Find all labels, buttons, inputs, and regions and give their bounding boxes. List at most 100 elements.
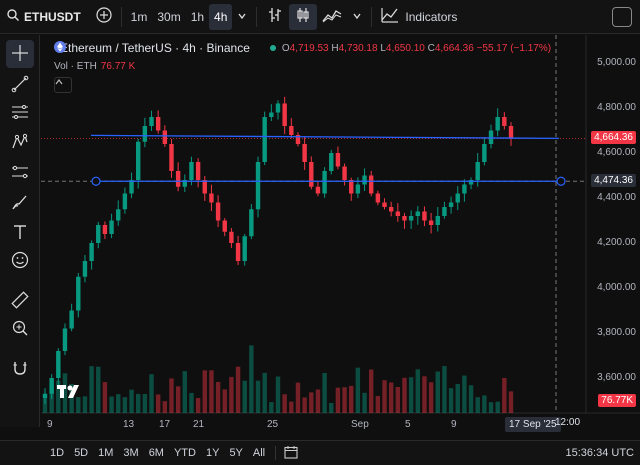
volume-bar bbox=[309, 392, 314, 413]
crosshair-tool[interactable] bbox=[6, 40, 34, 68]
candle-body bbox=[475, 162, 480, 180]
volume-bar bbox=[428, 382, 434, 413]
trend-line-tool[interactable] bbox=[6, 71, 34, 99]
volume-bar bbox=[295, 382, 301, 413]
compare-button[interactable] bbox=[91, 4, 117, 30]
candle-body bbox=[395, 211, 401, 216]
utc-clock[interactable]: 15:36:34 UTC bbox=[566, 447, 634, 459]
volume-bar bbox=[395, 386, 401, 413]
candle-body bbox=[116, 209, 121, 221]
fib-tool[interactable] bbox=[6, 99, 34, 127]
range-1m[interactable]: 1M bbox=[98, 447, 113, 459]
range-6m[interactable]: 6M bbox=[149, 447, 164, 459]
candle-body bbox=[62, 328, 68, 351]
indicators-button[interactable]: Indicators bbox=[376, 4, 462, 30]
chart-canvas[interactable] bbox=[41, 35, 640, 427]
area-style-button[interactable] bbox=[317, 4, 347, 30]
candle-body bbox=[275, 103, 281, 113]
candle-body bbox=[495, 117, 500, 131]
text-tool[interactable] bbox=[6, 219, 34, 247]
time-label: 17 bbox=[159, 419, 171, 430]
chart-type-dropdown[interactable] bbox=[347, 4, 367, 30]
candle-body bbox=[109, 220, 114, 234]
volume-bar bbox=[329, 402, 334, 413]
volume-bar bbox=[355, 367, 361, 413]
chevron-down-icon bbox=[237, 10, 247, 24]
emoji-tool[interactable] bbox=[6, 247, 34, 275]
line-handle bbox=[91, 176, 101, 186]
volume-bar bbox=[335, 387, 341, 413]
area-chart-icon bbox=[322, 6, 342, 27]
volume-bar bbox=[462, 375, 467, 413]
zoom-tool[interactable] bbox=[6, 315, 34, 343]
volume-bar bbox=[508, 391, 514, 413]
candle-body bbox=[369, 175, 374, 194]
magnet-tool[interactable] bbox=[6, 355, 34, 383]
timeframe-dropdown[interactable] bbox=[232, 4, 252, 30]
timeframe-30m[interactable]: 30m bbox=[152, 4, 185, 30]
candle-body bbox=[302, 144, 307, 162]
price-label: 4,800.00 bbox=[597, 102, 636, 113]
layout-icon[interactable] bbox=[612, 7, 632, 27]
pair-title: Ethereum / TetherUS · 4h · Binance bbox=[60, 41, 250, 55]
timeframe-1h[interactable]: 1h bbox=[186, 4, 209, 30]
chevron-down-icon bbox=[352, 10, 362, 24]
volume-bar bbox=[435, 371, 440, 413]
market-open-dot bbox=[269, 45, 276, 51]
bars-icon bbox=[266, 6, 284, 27]
candle-body bbox=[189, 162, 194, 180]
volume-bar bbox=[195, 397, 201, 413]
candle-body bbox=[175, 171, 181, 187]
time-label: Sep bbox=[351, 419, 369, 430]
candle-body bbox=[76, 276, 81, 311]
candle-body bbox=[136, 141, 141, 180]
range-1y[interactable]: 1Y bbox=[206, 447, 219, 459]
calendar-icon[interactable] bbox=[284, 445, 298, 462]
line-handle bbox=[556, 176, 566, 186]
volume-bar bbox=[382, 380, 387, 413]
bar-style-button[interactable] bbox=[261, 4, 289, 30]
volume-bar bbox=[162, 401, 168, 413]
volume-bar bbox=[222, 389, 227, 413]
time-label: 25 bbox=[267, 419, 279, 430]
range-5y[interactable]: 5Y bbox=[229, 447, 242, 459]
volume-bar bbox=[169, 378, 174, 413]
candle-body bbox=[355, 184, 361, 194]
timeframe-1m[interactable]: 1m bbox=[126, 4, 153, 30]
price-label: 4,600.00 bbox=[597, 147, 636, 158]
legend-collapse-button[interactable] bbox=[54, 77, 72, 93]
volume-bar bbox=[475, 397, 480, 413]
forecast-tool[interactable] bbox=[6, 159, 34, 187]
range-all[interactable]: All bbox=[253, 447, 265, 459]
candle-body bbox=[322, 171, 327, 194]
range-1d[interactable]: 1D bbox=[50, 447, 64, 459]
measure-tool[interactable] bbox=[6, 287, 34, 315]
candle-body bbox=[255, 162, 261, 210]
range-5d[interactable]: 5D bbox=[74, 447, 88, 459]
volume-bar bbox=[76, 396, 81, 413]
candle-body bbox=[235, 243, 241, 261]
range-3m[interactable]: 3M bbox=[123, 447, 138, 459]
indicators-label: Indicators bbox=[405, 9, 458, 24]
volume-bar bbox=[289, 401, 294, 413]
chart-pane[interactable]: Ethereum / TetherUS · 4h · Binance O4,71… bbox=[41, 35, 640, 432]
candles-button[interactable] bbox=[289, 3, 318, 30]
candle-body bbox=[388, 207, 394, 212]
range-ytd[interactable]: YTD bbox=[174, 447, 196, 459]
candle-body bbox=[202, 180, 207, 194]
candle-body bbox=[142, 126, 148, 142]
volume-bar bbox=[349, 385, 354, 413]
crosshair-time-tag: 12:00 bbox=[555, 417, 581, 428]
volume-bar bbox=[189, 392, 194, 413]
volume-bar bbox=[136, 393, 141, 413]
divider bbox=[371, 6, 373, 27]
timeframe-4h[interactable]: 4h bbox=[209, 3, 233, 30]
time-label: 13 bbox=[123, 419, 135, 430]
volume-bar bbox=[89, 366, 94, 413]
volume-bar bbox=[388, 382, 394, 413]
volume-bar bbox=[282, 394, 287, 413]
volume-bar bbox=[269, 402, 274, 413]
pattern-tool[interactable] bbox=[6, 129, 34, 157]
symbol-search[interactable]: ETHUSDT bbox=[0, 8, 81, 25]
brush-tool[interactable] bbox=[6, 189, 34, 217]
